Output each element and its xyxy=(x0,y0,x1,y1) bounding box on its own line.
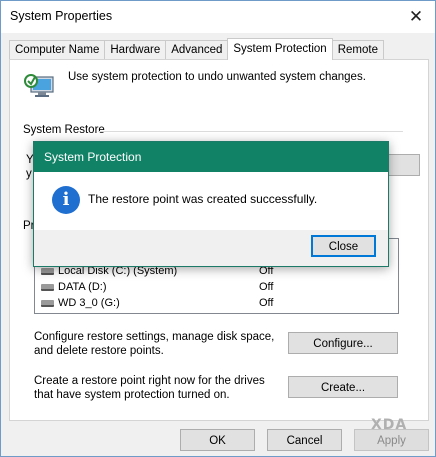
window-title: System Properties xyxy=(10,9,113,23)
drive-name: DATA (D:) xyxy=(58,281,107,293)
tab-hardware[interactable]: Hardware xyxy=(104,40,167,59)
tab-remote[interactable]: Remote xyxy=(331,40,384,59)
configure-description: Configure restore settings, manage disk … xyxy=(34,331,275,357)
dialog-close-button[interactable]: Close xyxy=(311,235,376,257)
cancel-button[interactable]: Cancel xyxy=(267,429,342,451)
drive-protection: Off xyxy=(259,281,274,293)
group-divider xyxy=(98,131,403,132)
drive-icon xyxy=(41,268,54,275)
configure-button[interactable]: Configure... xyxy=(288,332,398,354)
tab-computer-name[interactable]: Computer Name xyxy=(9,40,106,59)
close-icon[interactable]: ✕ xyxy=(397,1,435,33)
create-description: Create a restore point right now for the… xyxy=(34,375,265,401)
list-item[interactable]: DATA (D:) Off xyxy=(41,281,393,295)
system-restore-label: System Restore xyxy=(23,124,109,136)
tab-strip: Computer Name Hardware Advanced System P… xyxy=(9,38,384,60)
dialog-body: i The restore point was created successf… xyxy=(34,172,388,230)
apply-button[interactable]: Apply xyxy=(354,429,429,451)
system-restore-button-partial[interactable] xyxy=(387,154,420,176)
ok-button[interactable]: OK xyxy=(180,429,255,451)
drive-protection: Off xyxy=(259,297,274,309)
info-icon: i xyxy=(52,186,80,214)
system-properties-window: System Properties ✕ Computer Name Hardwa… xyxy=(0,0,436,457)
system-protection-dialog: System Protection i The restore point wa… xyxy=(33,141,389,267)
intro-text: Use system protection to undo unwanted s… xyxy=(68,71,366,83)
drive-icon xyxy=(41,284,54,291)
create-button[interactable]: Create... xyxy=(288,376,398,398)
drive-name: WD 3_0 (G:) xyxy=(58,297,120,309)
list-item[interactable]: Local Disk (C:) (System) Off xyxy=(41,265,393,279)
list-item[interactable]: WD 3_0 (G:) Off xyxy=(41,297,393,311)
dialog-message: The restore point was created successful… xyxy=(88,192,318,206)
system-protection-icon xyxy=(24,74,54,97)
dialog-title-bar: System Protection xyxy=(34,142,388,172)
title-bar: System Properties ✕ xyxy=(1,1,435,33)
tab-system-protection[interactable]: System Protection xyxy=(227,38,333,60)
dialog-title: System Protection xyxy=(44,150,142,164)
tab-advanced[interactable]: Advanced xyxy=(165,40,229,59)
drive-icon xyxy=(41,300,54,307)
